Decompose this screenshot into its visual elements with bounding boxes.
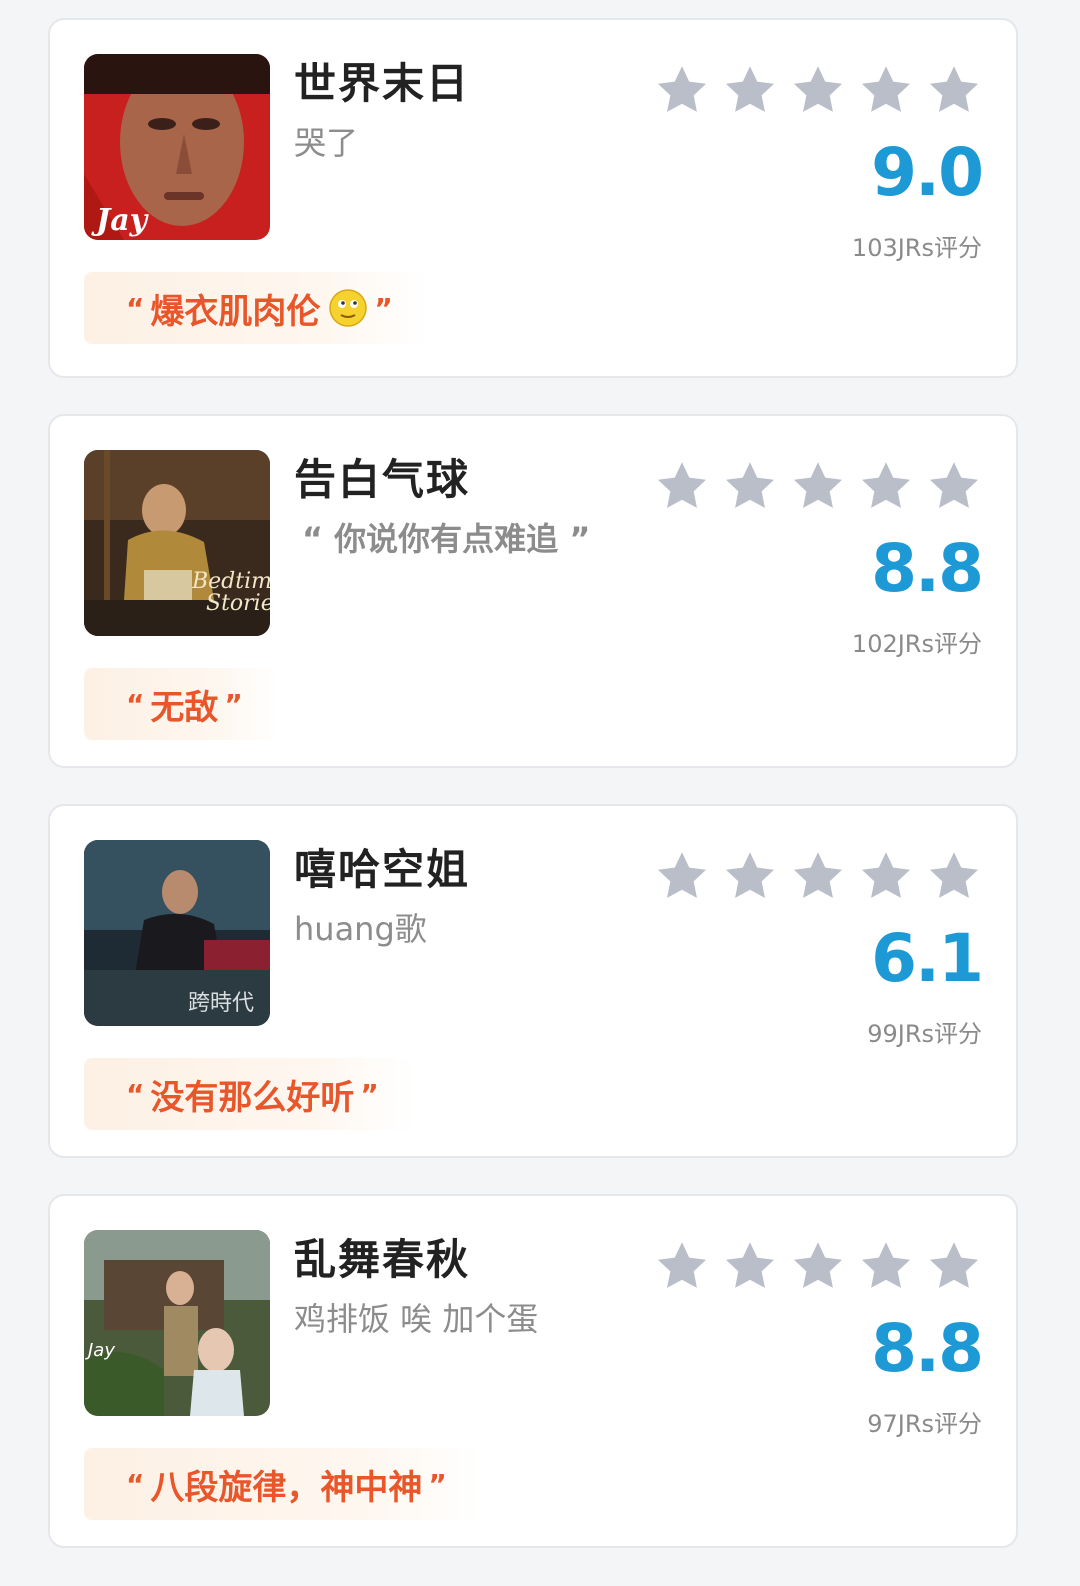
top-comment[interactable]: “ 八段旋律，神中神 ”: [84, 1448, 483, 1520]
score-value: 9.0: [871, 134, 984, 211]
star-icon[interactable]: [858, 62, 914, 118]
open-quote: “: [126, 687, 145, 721]
star-icon[interactable]: [858, 458, 914, 514]
rating-stars[interactable]: [654, 1238, 982, 1294]
rating-stars[interactable]: [654, 458, 982, 514]
song-title: 告白气球: [294, 455, 471, 504]
top-comment[interactable]: “ 爆衣肌肉伦 ”: [84, 272, 429, 344]
song-subtitle: huang歌: [294, 910, 427, 948]
star-icon[interactable]: [722, 1238, 778, 1294]
rater-count: 103JRs评分: [851, 234, 982, 262]
rating-stars[interactable]: [654, 848, 982, 904]
star-icon[interactable]: [858, 848, 914, 904]
star-icon[interactable]: [790, 1238, 846, 1294]
open-quote: “: [126, 1077, 145, 1111]
rating-stars[interactable]: [654, 62, 982, 118]
svg-text:Stories: Stories: [206, 591, 270, 616]
top-comment[interactable]: “ 无敌 ”: [84, 668, 279, 740]
comment-text: 没有那么好听: [150, 1077, 355, 1118]
star-icon[interactable]: [722, 62, 778, 118]
star-icon[interactable]: [926, 458, 982, 514]
song-subtitle: “ 你说你有点难追 ”: [302, 520, 591, 558]
close-quote: ”: [360, 1077, 379, 1111]
song-title: 乱舞春秋: [294, 1235, 471, 1284]
song-card[interactable]: 跨時代 嘻哈空姐 huang歌 6.1 99JRs评分 “ 没有那么好听 ”: [48, 804, 1018, 1158]
star-icon[interactable]: [654, 458, 710, 514]
star-icon[interactable]: [790, 458, 846, 514]
score-value: 8.8: [871, 1310, 984, 1387]
rater-count: 97JRs评分: [867, 1410, 982, 1438]
song-card[interactable]: Bedtime Stories 告白气球 “ 你说你有点难追 ” 8.8 102…: [48, 414, 1018, 768]
star-icon[interactable]: [654, 62, 710, 118]
rater-count: 102JRs评分: [851, 630, 982, 658]
close-quote: ”: [428, 1467, 447, 1501]
star-icon[interactable]: [926, 848, 982, 904]
star-icon[interactable]: [722, 458, 778, 514]
score-value: 6.1: [871, 920, 984, 997]
score-value: 8.8: [871, 530, 984, 607]
star-icon[interactable]: [790, 848, 846, 904]
song-card[interactable]: Jay 乱舞春秋 鸡排饭 唉 加个蛋 8.8 97JRs评分 “ 八段旋律，神中…: [48, 1194, 1018, 1548]
star-icon[interactable]: [858, 1238, 914, 1294]
star-icon[interactable]: [654, 848, 710, 904]
top-comment[interactable]: “ 没有那么好听 ”: [84, 1058, 415, 1130]
star-icon[interactable]: [722, 848, 778, 904]
rater-count: 99JRs评分: [867, 1020, 982, 1048]
star-icon[interactable]: [790, 62, 846, 118]
album-cover[interactable]: Bedtime Stories: [84, 450, 270, 636]
comment-text: 八段旋律，神中神: [150, 1467, 423, 1508]
svg-text:跨時代: 跨時代: [188, 991, 254, 1016]
open-quote: “: [126, 1467, 145, 1501]
album-cover[interactable]: Jay: [84, 1230, 270, 1416]
song-card[interactable]: Jay 世界末日 哭了 9.0 103JRs评分 “ 爆衣肌肉伦 ”: [48, 18, 1018, 378]
comment-text: 无敌: [150, 687, 219, 728]
star-icon[interactable]: [926, 62, 982, 118]
song-title: 嘻哈空姐: [294, 845, 471, 894]
comment-text: 爆衣肌肉伦: [150, 291, 321, 332]
smiley-emoji-icon: [328, 288, 368, 328]
star-icon[interactable]: [654, 1238, 710, 1294]
open-quote: “: [126, 291, 145, 325]
song-title: 世界末日: [294, 59, 471, 108]
song-subtitle: 鸡排饭 唉 加个蛋: [294, 1300, 539, 1338]
close-quote: ”: [224, 687, 243, 721]
svg-text:Jay: Jay: [91, 203, 150, 238]
svg-text:Jay: Jay: [85, 1340, 115, 1361]
close-quote: ”: [374, 291, 393, 325]
star-icon[interactable]: [926, 1238, 982, 1294]
album-cover[interactable]: 跨時代: [84, 840, 270, 1026]
song-subtitle: 哭了: [294, 124, 359, 162]
album-cover[interactable]: Jay: [84, 54, 270, 240]
